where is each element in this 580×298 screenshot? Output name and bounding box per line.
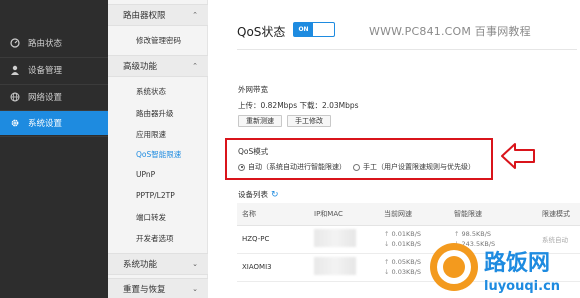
sub-item-upnp[interactable]: UPnP — [136, 170, 155, 179]
logo-text: 路饭网 — [484, 250, 550, 276]
section-router-permissions[interactable]: 路由器权限 ⌃ — [108, 4, 208, 26]
sub-sidebar: 路由器权限 ⌃ 修改管理密码 高级功能 ⌃ 系统状态 路由器升级 应用限速 Qo… — [108, 0, 208, 298]
radio-selected-icon — [238, 163, 245, 171]
mode-manual-radio[interactable]: 手工（用户设置限速规则与优先级） — [353, 162, 475, 172]
bandwidth-title: 外网带宽 — [238, 85, 268, 94]
sub-item-system-status[interactable]: 系统状态 — [136, 86, 166, 97]
mode-auto-radio[interactable]: 自动（系统自动进行智能限速） — [238, 162, 346, 172]
nav-item-network-settings[interactable]: 网络设置 — [0, 85, 108, 109]
sub-item-qos[interactable]: QoS智能限速 — [136, 149, 181, 160]
ip-mac-redacted — [309, 225, 379, 254]
chevron-up-icon: ⌃ — [192, 11, 198, 19]
device-list-label: 设备列表 — [238, 190, 268, 199]
annotation-arrow-icon — [501, 143, 535, 169]
section-label: 重置与恢复 — [123, 285, 166, 295]
sub-item-port-forward[interactable]: 端口转发 — [136, 212, 166, 223]
nav-item-system-settings[interactable]: 系统设置 — [0, 111, 115, 135]
radio-unselected-icon — [353, 163, 360, 171]
ip-mac-redacted — [309, 253, 379, 282]
chevron-down-icon: ⌄ — [192, 260, 198, 268]
nav-item-router-status[interactable]: 路由状态 — [0, 31, 108, 55]
section-label: 路由器权限 — [123, 11, 166, 21]
annotation-box — [225, 138, 493, 180]
nav-item-label: 设备管理 — [28, 66, 63, 76]
section-label: 系统功能 — [123, 260, 158, 270]
sub-item-developer[interactable]: 开发者选项 — [136, 233, 174, 244]
col-smart-limit: 智能限速 — [449, 203, 537, 226]
gauge-icon — [10, 38, 20, 48]
device-name: XIAOMI3 — [237, 253, 309, 282]
nav-item-label: 网络设置 — [28, 93, 63, 103]
bandwidth-value: 上传：0.82Mbps 下载：2.03Mbps — [238, 101, 359, 110]
mode-manual-label: 手工（用户设置限速规则与优先级） — [363, 163, 475, 171]
nav-item-label: 系统设置 — [28, 119, 63, 129]
sub-item-change-password[interactable]: 修改管理密码 — [136, 35, 181, 46]
device-list-title: 设备列表 ↻ — [238, 189, 279, 200]
divider — [237, 49, 577, 50]
sub-item-app-speed-limit[interactable]: 应用限速 — [136, 129, 166, 140]
site-logo: 路饭网 luyouqi.cn — [430, 243, 560, 294]
page-title: QoS状态 — [237, 25, 286, 39]
qos-mode-title: QoS模式 — [238, 147, 269, 156]
watermark-text: WWW.PC841.COM 百事网教程 — [369, 25, 531, 38]
sub-item-router-upgrade[interactable]: 路由器升级 — [136, 108, 174, 119]
logo-domain: luyouqi.cn — [484, 279, 560, 294]
col-current-speed: 当前网速 — [379, 203, 449, 226]
col-ip-mac: IP和MAC — [309, 203, 379, 226]
manual-edit-button[interactable]: 手工修改 — [287, 115, 331, 127]
main-sidebar: 路由状态 设备管理 网络设置 系统设置 — [0, 0, 115, 298]
col-limit-mode: 限速模式 — [537, 203, 580, 226]
chevron-down-icon: ⌄ — [192, 285, 198, 293]
mode-auto-label: 自动（系统自动进行智能限速） — [248, 163, 346, 171]
toggle-on-label: ON — [294, 23, 313, 36]
col-name: 名称 — [237, 203, 309, 226]
globe-icon — [10, 92, 20, 102]
section-label: 高级功能 — [123, 62, 158, 72]
retest-button[interactable]: 重新测速 — [238, 115, 282, 127]
gear-icon — [10, 118, 20, 128]
chevron-up-icon: ⌃ — [192, 62, 198, 70]
section-reset-restore[interactable]: 重置与恢复 ⌄ — [108, 278, 208, 298]
section-advanced[interactable]: 高级功能 ⌃ — [108, 55, 208, 77]
refresh-icon[interactable]: ↻ — [271, 190, 279, 200]
nav-item-label: 路由状态 — [28, 39, 63, 49]
table-header-row: 名称 IP和MAC 当前网速 智能限速 限速模式 — [237, 203, 580, 226]
nav-item-device-management[interactable]: 设备管理 — [0, 58, 108, 82]
qos-toggle[interactable]: ON — [293, 22, 335, 37]
device-name: HZQ-PC — [237, 225, 309, 254]
sub-item-pptp[interactable]: PPTP/L2TP — [136, 191, 175, 200]
section-system-functions[interactable]: 系统功能 ⌄ — [108, 253, 208, 275]
user-icon — [10, 65, 20, 75]
